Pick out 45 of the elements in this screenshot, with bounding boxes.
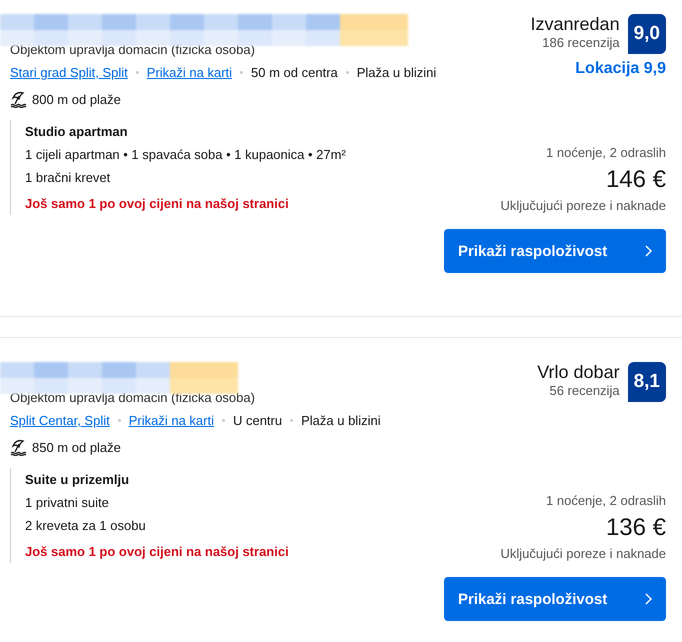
location-link[interactable]: Split Centar, Split <box>10 413 110 428</box>
separator-dot <box>290 419 294 422</box>
location-detail: Plaža u blizini <box>301 413 381 428</box>
beach-umbrella-icon <box>10 90 28 108</box>
beach-distance: 850 m od plaže <box>32 440 121 454</box>
separator-dot <box>136 71 139 74</box>
scarcity-warning: Još samo 1 po ovoj cijeni na našoj stranici <box>25 196 290 211</box>
location-detail: U centru <box>232 413 282 428</box>
separator-dot <box>346 71 349 74</box>
rating-word: Izvanredan <box>530 14 620 35</box>
rating-word: Vrlo dobar <box>537 362 620 383</box>
review-count: 186 recenzija <box>541 35 620 50</box>
room-name: Studio apartman <box>25 124 129 139</box>
location-detail: Plaža u blizini <box>356 65 436 80</box>
room-detail: 1 cijeli apartman • 1 spavaća soba • 1 kupaonica • 27m² <box>25 147 347 162</box>
host-text: Objektom upravlja domacin (fizicka osoba) <box>10 42 256 57</box>
availability-button[interactable]: Prikaži raspoloživost <box>444 577 666 621</box>
scarcity-warning: Još samo 1 po ovoj cijeni na našoj stranici <box>25 544 290 559</box>
room-detail: 2 kreveta za 1 osobu <box>25 518 147 533</box>
separator-dot <box>118 419 121 422</box>
location-link[interactable]: Prikaži na karti <box>146 65 232 80</box>
room-detail: 1 privatni suite <box>25 495 110 510</box>
tax-note: Uključujući poreze i naknade <box>500 546 666 561</box>
room-detail: 1 bračni krevet <box>25 170 112 185</box>
location-link[interactable]: Stari grad Split, Split <box>10 65 128 80</box>
location-score: Lokacija 9,9 <box>575 60 666 78</box>
stay-summary: 1 noćenje, 2 odraslih <box>546 145 666 160</box>
host-text: Objektom upravlja domacin (fizicka osoba) <box>10 390 256 405</box>
availability-button[interactable]: Prikaži raspoloživost <box>444 229 666 273</box>
room-name: Suite u prizemlju <box>25 472 130 487</box>
price: 136 € <box>606 514 666 542</box>
tax-note: Uključujući poreze i naknade <box>500 198 666 213</box>
chevron-right-icon <box>644 593 652 605</box>
beach-umbrella-icon <box>10 438 28 456</box>
price: 146 € <box>606 166 666 194</box>
chevron-right-icon <box>644 245 652 257</box>
location-detail: 50 m od centra <box>251 65 338 80</box>
separator-dot <box>240 71 244 74</box>
score-badge: 9,0 <box>628 14 666 54</box>
review-count: 56 recenzija <box>548 383 620 398</box>
beach-distance: 800 m od plaže <box>32 92 121 106</box>
stay-summary: 1 noćenje, 2 odraslih <box>546 493 666 508</box>
score-badge: 8,1 <box>628 362 666 402</box>
separator-dot <box>222 419 225 422</box>
location-link[interactable]: Prikaži na karti <box>128 413 214 428</box>
